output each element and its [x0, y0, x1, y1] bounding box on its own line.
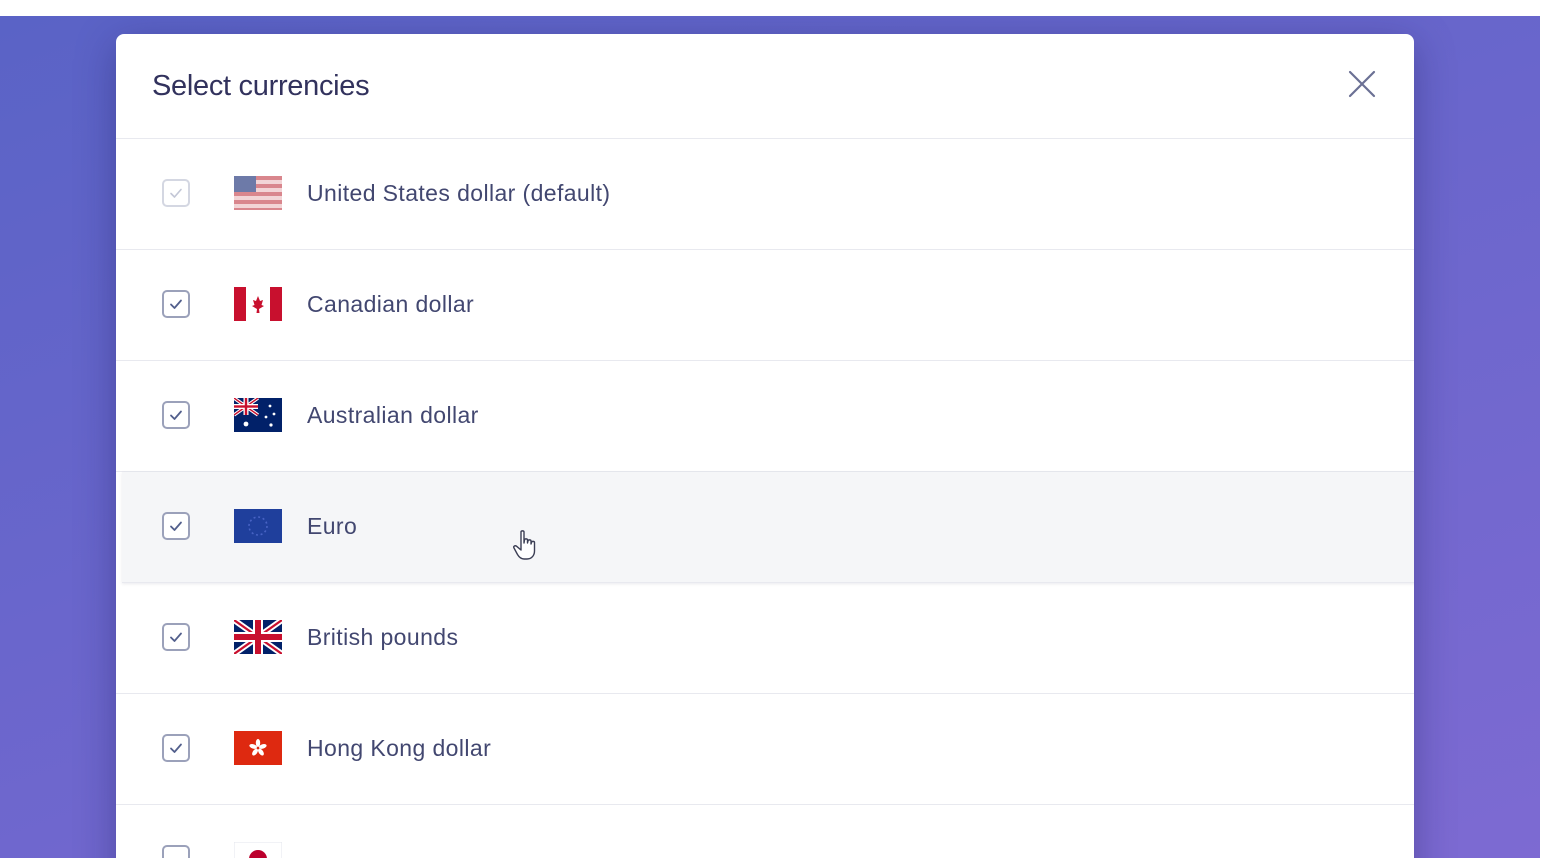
currency-row-hkd[interactable]: Hong Kong dollar — [116, 694, 1414, 805]
currency-checkbox-hkd[interactable] — [162, 734, 190, 762]
currency-row-usd[interactable]: United States dollar (default) — [116, 139, 1414, 250]
currency-checkbox-cad[interactable] — [162, 290, 190, 318]
currency-label: Euro — [307, 513, 358, 539]
currency-label: British pounds — [307, 624, 459, 650]
select-currencies-dialog: Select currencies United States dollar (… — [116, 34, 1414, 858]
au-flag-icon — [234, 398, 282, 432]
checkmark-icon — [170, 632, 182, 642]
currency-row-partial[interactable] — [116, 805, 1414, 858]
pointer-hand-cursor-icon — [510, 528, 542, 564]
close-button[interactable] — [1346, 68, 1378, 100]
currency-row-aud[interactable]: Australian dollar — [116, 361, 1414, 472]
close-icon — [1348, 70, 1376, 98]
currency-checkbox-partial[interactable] — [162, 845, 190, 858]
checkmark-icon — [170, 410, 182, 420]
eu-flag-icon — [234, 509, 282, 543]
currency-checkbox-aud[interactable] — [162, 401, 190, 429]
currency-checkbox-eur[interactable] — [162, 512, 190, 540]
hk-flag-icon — [234, 731, 282, 765]
gb-flag-icon — [234, 620, 282, 654]
ca-flag-icon — [234, 287, 282, 321]
checkmark-icon — [170, 188, 182, 198]
modal-backdrop[interactable]: Select currencies United States dollar (… — [0, 16, 1540, 858]
us-flag-icon — [234, 176, 282, 210]
currency-label: United States dollar (default) — [307, 180, 611, 206]
checkmark-icon — [170, 743, 182, 753]
currency-checkbox-usd[interactable] — [162, 179, 190, 207]
currency-list: United States dollar (default) Canadian … — [116, 139, 1414, 858]
currency-label: Canadian dollar — [307, 291, 475, 317]
dialog-title: Select currencies — [152, 70, 370, 102]
currency-checkbox-gbp[interactable] — [162, 623, 190, 651]
checkmark-icon — [170, 521, 182, 531]
currency-row-eur[interactable]: Euro — [122, 472, 1414, 583]
currency-row-cad[interactable]: Canadian dollar — [116, 250, 1414, 361]
flag-icon — [234, 842, 282, 858]
currency-label: Australian dollar — [307, 402, 479, 428]
dialog-header: Select currencies — [116, 34, 1414, 139]
currency-label: Hong Kong dollar — [307, 735, 492, 761]
currency-row-gbp[interactable]: British pounds — [116, 583, 1414, 694]
checkmark-icon — [170, 299, 182, 309]
